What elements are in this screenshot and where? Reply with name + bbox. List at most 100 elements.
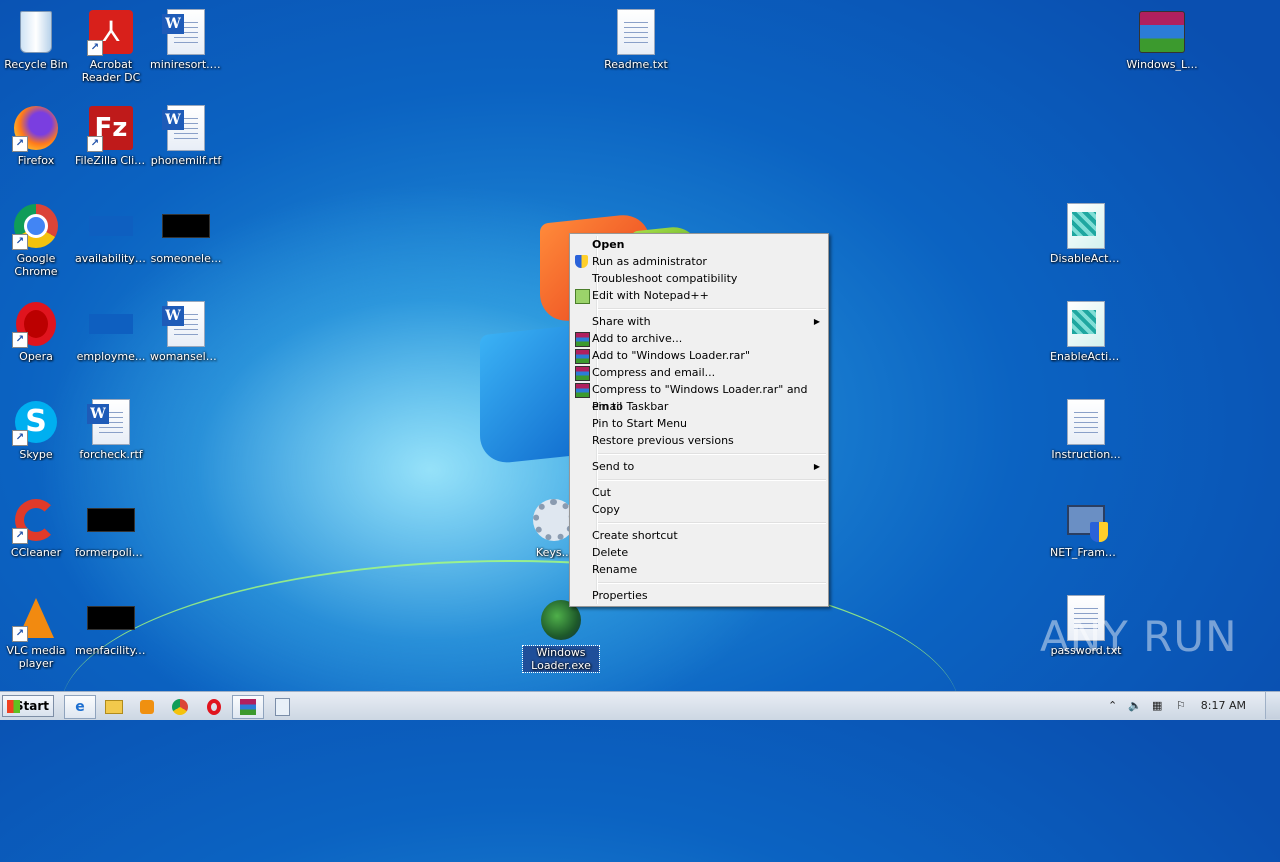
- taskbar: Start e ⌃ 🔈 ▦ ⚐ 8:17 AM: [0, 691, 1280, 720]
- anyrun-watermark: ANY RUN: [1040, 612, 1238, 661]
- submenu-arrow-icon: ▶: [813, 317, 820, 326]
- desktop-icon-formerpolic[interactable]: formerpolic...: [73, 496, 149, 559]
- taskbar-explorer[interactable]: [98, 695, 130, 719]
- winrar-archive-icon: [1138, 8, 1186, 56]
- menu-separator: [598, 522, 826, 524]
- menu-item-pin-start[interactable]: Pin to Start Menu: [572, 415, 826, 432]
- submenu-arrow-icon: ▶: [813, 462, 820, 471]
- explorer-icon: [105, 700, 123, 714]
- menu-item-compress-rar-email[interactable]: Compress to "Windows Loader.rar" and ema…: [572, 381, 826, 413]
- menu-item-add-rar[interactable]: Add to "Windows Loader.rar": [572, 347, 826, 364]
- notepad-plus-plus-icon: [575, 289, 590, 304]
- winrar-icon: [240, 699, 256, 715]
- opera-icon: [207, 699, 221, 715]
- menu-item-run-as-administrator[interactable]: Run as administrator: [572, 253, 826, 270]
- start-button[interactable]: Start: [2, 695, 54, 717]
- menu-item-properties[interactable]: Properties: [572, 587, 826, 604]
- desktop-icon-ccleaner[interactable]: ↗ CCleaner: [0, 496, 74, 559]
- show-hidden-icons-button[interactable]: ⌃: [1108, 692, 1117, 720]
- word-document-icon: W: [87, 398, 135, 446]
- winrar-icon: [575, 383, 590, 398]
- action-center-flag-icon[interactable]: ⚐: [1176, 692, 1186, 720]
- network-icon[interactable]: ▦: [1152, 692, 1162, 720]
- taskbar-media-player[interactable]: [131, 695, 163, 719]
- desktop-icon-opera[interactable]: ↗ Opera: [0, 300, 74, 363]
- menu-item-share-with[interactable]: Share with ▶: [572, 313, 826, 330]
- volume-icon[interactable]: 🔈: [1128, 692, 1142, 720]
- context-menu: Open Run as administrator Troubleshoot c…: [569, 233, 829, 607]
- recycle-bin-icon: [12, 8, 60, 56]
- desktop-icon-recycle-bin[interactable]: Recycle Bin: [0, 8, 74, 71]
- vlc-icon: ↗: [12, 594, 60, 642]
- desktop-icon-firefox[interactable]: ↗ Firefox: [0, 104, 74, 167]
- menu-item-compress-email[interactable]: Compress and email...: [572, 364, 826, 381]
- winrar-icon: [575, 366, 590, 381]
- menu-item-cut[interactable]: Cut: [572, 484, 826, 501]
- menu-separator: [598, 479, 826, 481]
- desktop-icon-phonemilf[interactable]: W phonemilf.rtf: [148, 104, 224, 167]
- desktop-icon-windows-loader[interactable]: Windows Loader.exe: [522, 596, 600, 673]
- desktop-icon-menfacility[interactable]: menfacility.jpg: [73, 594, 149, 657]
- ie-icon: e: [75, 699, 85, 715]
- desktop-icon-availabilityp[interactable]: availabilityp...: [73, 202, 149, 265]
- chrome-icon: ↗: [12, 202, 60, 250]
- menu-item-delete[interactable]: Delete: [572, 544, 826, 561]
- taskbar-chrome[interactable]: [164, 695, 196, 719]
- desktop-icon-readme[interactable]: Readme.txt: [598, 8, 674, 71]
- acrobat-icon: ⅄ ↗: [87, 8, 135, 56]
- desktop-icon-miniresort[interactable]: W miniresort.rtf: [148, 8, 224, 71]
- menu-item-create-shortcut[interactable]: Create shortcut: [572, 527, 826, 544]
- menu-item-troubleshoot[interactable]: Troubleshoot compatibility: [572, 270, 826, 287]
- desktop-icon-filezilla[interactable]: Fz ↗ FileZilla Client: [73, 104, 149, 167]
- image-icon: [87, 496, 135, 544]
- filezilla-icon: Fz ↗: [87, 104, 135, 152]
- taskbar-notepad[interactable]: [266, 695, 298, 719]
- word-document-icon: W: [162, 104, 210, 152]
- desktop-icon-womanselec[interactable]: W womanselec...: [148, 300, 224, 363]
- menu-item-rename[interactable]: Rename: [572, 561, 826, 578]
- desktop-icon-forcheck[interactable]: W forcheck.rtf: [73, 398, 149, 461]
- image-icon: [87, 202, 135, 250]
- chrome-icon: [172, 699, 188, 715]
- desktop-icon-instruction[interactable]: Instruction...: [1048, 398, 1124, 461]
- menu-separator: [598, 453, 826, 455]
- image-icon: [87, 594, 135, 642]
- registry-icon: [1062, 202, 1110, 250]
- taskbar-opera[interactable]: [198, 695, 230, 719]
- desktop-icon-disableactiv[interactable]: DisableActiv...: [1048, 202, 1124, 265]
- menu-item-send-to[interactable]: Send to ▶: [572, 458, 826, 475]
- desktop-icon-skype[interactable]: S ↗ Skype: [0, 398, 74, 461]
- uac-shield-icon: [575, 255, 588, 268]
- windows-flag-icon: [7, 700, 20, 713]
- menu-item-open[interactable]: Open: [572, 236, 826, 253]
- desktop-icon-windows-l[interactable]: Windows_L...: [1124, 8, 1200, 71]
- desktop-icon-enableactiv[interactable]: EnableActiv...: [1048, 300, 1124, 363]
- menu-item-restore-versions[interactable]: Restore previous versions: [572, 432, 826, 449]
- taskbar-winrar[interactable]: [232, 695, 264, 719]
- show-desktop-button[interactable]: [1265, 692, 1280, 719]
- text-file-icon: [612, 8, 660, 56]
- registry-icon: [1062, 300, 1110, 348]
- desktop-icon-employme[interactable]: employme...: [73, 300, 149, 363]
- notepad-icon: [274, 698, 290, 716]
- firefox-icon: ↗: [12, 104, 60, 152]
- winrar-icon: [575, 332, 590, 347]
- image-icon: [87, 300, 135, 348]
- image-icon: [162, 202, 210, 250]
- menu-separator: [598, 582, 826, 584]
- clock[interactable]: 8:17 AM: [1201, 692, 1246, 720]
- menu-item-edit-notepad[interactable]: Edit with Notepad++: [572, 287, 826, 304]
- word-document-icon: W: [162, 8, 210, 56]
- text-file-icon: [1062, 398, 1110, 446]
- desktop-icon-acrobat[interactable]: ⅄ ↗ Acrobat Reader DC: [73, 8, 149, 84]
- desktop-icon-chrome[interactable]: ↗ Google Chrome: [0, 202, 74, 278]
- desktop-icon-someonele[interactable]: someonele...: [148, 202, 224, 265]
- menu-item-copy[interactable]: Copy: [572, 501, 826, 518]
- installer-icon: [1062, 496, 1110, 544]
- taskbar-ie[interactable]: e: [64, 695, 96, 719]
- desktop-icon-net-frame[interactable]: NET_Frame...: [1048, 496, 1124, 559]
- menu-item-pin-taskbar[interactable]: Pin to Taskbar: [572, 398, 826, 415]
- desktop-icon-vlc[interactable]: ↗ VLC media player: [0, 594, 74, 670]
- menu-item-add-archive[interactable]: Add to archive...: [572, 330, 826, 347]
- media-player-icon: [140, 700, 154, 714]
